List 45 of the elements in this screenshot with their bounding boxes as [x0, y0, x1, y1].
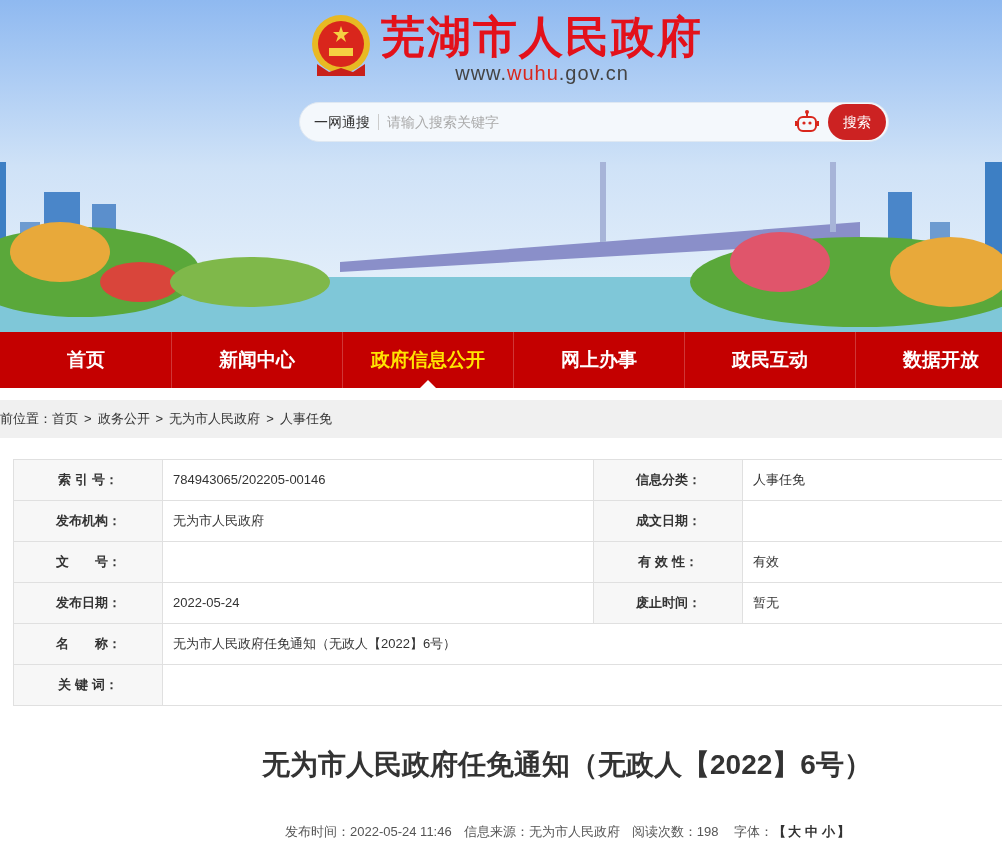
info-label-cell: 信息分类：	[594, 460, 743, 500]
info-label-cell: 成文日期：	[594, 501, 743, 541]
info-label-cell: 发布机构：	[14, 501, 163, 541]
breadcrumb-link[interactable]: 无为市人民政府	[169, 409, 261, 429]
info-label-cell: 索 引 号：	[14, 460, 163, 500]
breadcrumb-separator: >	[266, 410, 274, 429]
nav-tab[interactable]: 首页	[66, 345, 105, 375]
article-meta: 阅读次数：198	[631, 823, 719, 841]
article-meta: 信息来源：无为市人民政府	[463, 823, 620, 841]
breadcrumb-link[interactable]: 首页	[52, 409, 78, 429]
breadcrumb-link[interactable]: 政务公开	[97, 409, 150, 429]
article-title: 无为市人民政府任免通知（无政人【2022】6号）	[262, 748, 873, 782]
site-title: 芜湖市人民政府	[381, 12, 703, 62]
robot-icon[interactable]	[794, 109, 820, 135]
info-value-cell: 暂无	[743, 583, 1002, 623]
info-value-cell: 有效	[743, 542, 1002, 582]
info-label-cell: 废止时间：	[594, 583, 743, 623]
info-label-cell: 有 效 性：	[594, 542, 743, 582]
breadcrumb-link[interactable]: 人事任免	[279, 409, 332, 429]
info-value-cell: 人事任免	[743, 460, 1002, 500]
breadcrumb-separator: >	[84, 410, 92, 429]
info-label-cell: 关 键 词：	[14, 665, 163, 705]
nav-tab[interactable]: 政府信息公开	[371, 345, 485, 375]
info-label-cell: 名 称：	[14, 624, 163, 664]
font-size-label: 字体：	[734, 823, 774, 841]
nav-tab[interactable]: 网上办事	[561, 345, 637, 375]
font-size-link[interactable]: 小	[822, 822, 836, 842]
search-field[interactable]: 一网通搜 请输入搜索关键字 搜索	[299, 102, 889, 142]
active-tab-pointer-icon	[420, 380, 436, 388]
font-size-link[interactable]: 大	[788, 822, 802, 842]
bracket-text: 【	[773, 823, 787, 841]
nav-tab[interactable]: 政民互动	[732, 345, 808, 375]
font-size-link[interactable]: 中	[805, 822, 819, 842]
bracket-text: 】	[837, 823, 851, 841]
article-meta: 发布时间：2022-05-24 11:46	[285, 823, 452, 841]
info-value-cell: 无为市人民政府任免通知（无政人【2022】6号）	[163, 624, 1002, 664]
breadcrumb-separator: >	[155, 410, 164, 429]
info-label-cell: 发布日期：	[14, 583, 163, 623]
info-label-cell: 文 号：	[14, 542, 163, 582]
nav-tab[interactable]: 数据开放	[903, 345, 979, 375]
breadcrumb-label: 前位置：	[0, 410, 52, 429]
search-button[interactable]: 搜索	[828, 104, 886, 140]
search-scope-label[interactable]: 一网通搜	[314, 114, 379, 130]
nav-tab[interactable]: 新闻中心	[219, 345, 295, 375]
site-url: www.wuhu.gov.cn	[455, 62, 629, 84]
